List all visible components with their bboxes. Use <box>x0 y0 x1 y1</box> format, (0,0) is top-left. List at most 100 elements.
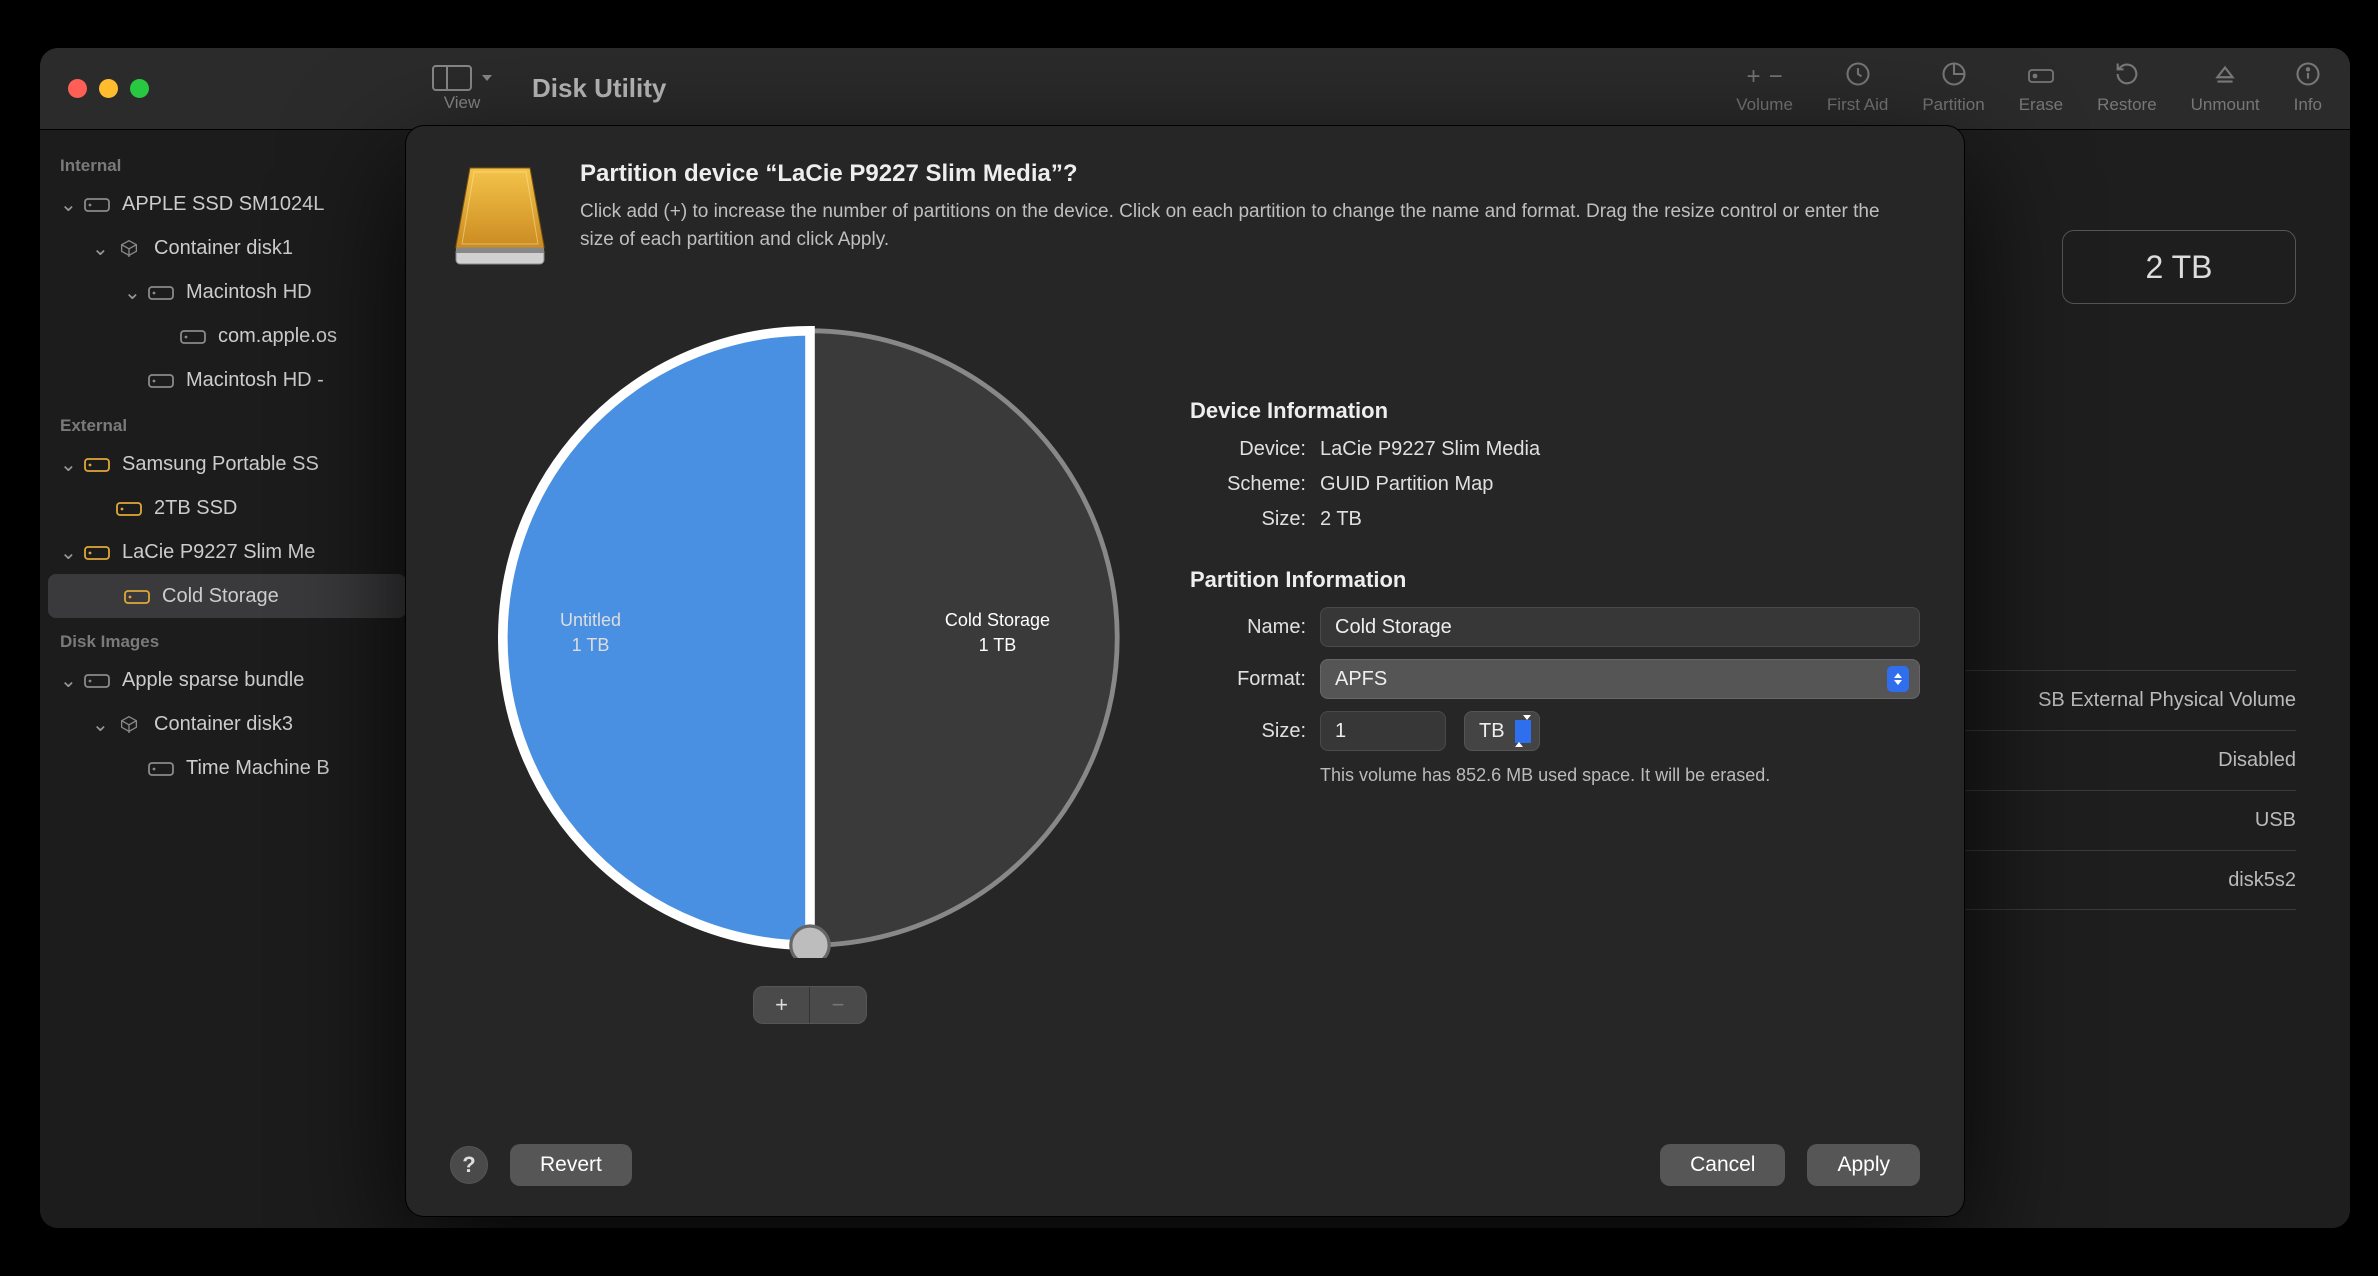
info-value: USB <box>2255 809 2296 832</box>
disk-icon <box>84 195 110 213</box>
unmount-button[interactable]: Unmount <box>2191 63 2260 115</box>
device-information-header: Device Information <box>1190 398 1920 424</box>
format-label: Format: <box>1190 668 1306 691</box>
sidebar-layout-icon <box>432 65 472 91</box>
sidebar-item-label: Cold Storage <box>162 585 279 608</box>
view-menu-button[interactable]: View <box>432 65 492 113</box>
close-window-button[interactable] <box>68 79 87 98</box>
sidebar-item-label: Container disk1 <box>154 237 293 260</box>
size-unit-select[interactable]: TB <box>1464 711 1540 751</box>
remove-partition-button[interactable]: − <box>810 987 866 1023</box>
sidebar-item-label: Macintosh HD - <box>186 369 324 392</box>
updown-arrows-icon <box>1887 666 1909 692</box>
info-icon <box>2294 60 2322 93</box>
info-button[interactable]: Info <box>2294 63 2322 115</box>
sidebar-item[interactable]: Time Machine B <box>40 746 414 790</box>
stethoscope-icon <box>1844 60 1872 93</box>
disk-icon <box>84 671 110 689</box>
sidebar-item-label: Time Machine B <box>186 757 330 780</box>
restore-button[interactable]: Restore <box>2097 63 2157 115</box>
sidebar-item[interactable]: ⌄ LaCie P9227 Slim Me <box>40 530 414 574</box>
chevron-down-icon: ⌄ <box>60 452 74 477</box>
sidebar-item[interactable]: ⌄Container disk1 <box>40 226 414 270</box>
sidebar-item[interactable]: 2TB SSD <box>40 486 414 530</box>
restore-icon <box>2113 60 2141 93</box>
titlebar: View Disk Utility + − Volume First Aid <box>40 48 2350 130</box>
add-remove-partition-controls: + − <box>753 986 867 1024</box>
sidebar-item-label: com.apple.os <box>218 325 337 348</box>
sidebar-section-header: Internal <box>40 142 414 182</box>
zoom-window-button[interactable] <box>130 79 149 98</box>
sidebar-item-label: Container disk3 <box>154 713 293 736</box>
sidebar-item[interactable]: ⌄ Macintosh HD <box>40 270 414 314</box>
volume-add-button[interactable]: + − Volume <box>1736 63 1793 115</box>
format-select[interactable]: APFS <box>1320 659 1920 699</box>
info-value: Disabled <box>2218 749 2296 772</box>
name-label: Name: <box>1190 616 1306 639</box>
minimize-window-button[interactable] <box>99 79 118 98</box>
plus-icon: + <box>1747 63 1761 91</box>
sidebar-item-label: Macintosh HD <box>186 281 312 304</box>
ext-icon <box>84 543 110 561</box>
scheme-label: Scheme: <box>1190 473 1306 496</box>
partition-name-input[interactable] <box>1320 607 1920 647</box>
pie-right-name: Cold Storage <box>945 608 1050 633</box>
sidebar-item-label: 2TB SSD <box>154 497 237 520</box>
sidebar-item[interactable]: ⌄APPLE SSD SM1024L <box>40 182 414 226</box>
partition-button[interactable]: Partition <box>1922 63 1984 115</box>
container-icon <box>116 715 142 733</box>
partition-dialog: Partition device “LaCie P9227 Slim Media… <box>406 126 1964 1216</box>
partition-pie-chart[interactable]: Untitled 1 TB Cold Storage 1 TB <box>490 318 1130 958</box>
chevron-down-icon <box>482 75 492 81</box>
revert-button[interactable]: Revert <box>510 1144 632 1186</box>
toolbar-info-label: Info <box>2294 95 2322 115</box>
first-aid-button[interactable]: First Aid <box>1827 63 1888 115</box>
device-size-value: 2 TB <box>1320 508 1362 531</box>
pie-icon <box>1940 60 1968 93</box>
toolbar-partition-label: Partition <box>1922 95 1984 115</box>
device-size-label: Size: <box>1190 508 1306 531</box>
minus-icon: − <box>1769 63 1783 91</box>
vol-icon <box>180 327 206 345</box>
device-value: LaCie P9227 Slim Media <box>1320 438 1540 461</box>
sidebar-item-label: LaCie P9227 Slim Me <box>122 541 315 564</box>
app-title: Disk Utility <box>532 73 666 104</box>
sidebar-item-label: Samsung Portable SS <box>122 453 319 476</box>
sidebar[interactable]: Internal⌄APPLE SSD SM1024L⌄Container dis… <box>40 130 414 1228</box>
sidebar-item[interactable]: ⌄Apple sparse bundle <box>40 658 414 702</box>
ext-icon <box>84 455 110 473</box>
sidebar-item[interactable]: ⌄ Container disk3 <box>40 702 414 746</box>
erase-warning-note: This volume has 852.6 MB used space. It … <box>1320 765 1920 786</box>
sidebar-item[interactable]: com.apple.os <box>40 314 414 358</box>
sidebar-item[interactable]: ⌄ Samsung Portable SS <box>40 442 414 486</box>
sidebar-item[interactable]: Cold Storage <box>48 574 406 618</box>
apply-button[interactable]: Apply <box>1807 1144 1920 1186</box>
cancel-button[interactable]: Cancel <box>1660 1144 1785 1186</box>
scheme-value: GUID Partition Map <box>1320 473 1493 496</box>
pie-left-name: Untitled <box>560 608 621 633</box>
toolbar-erase-label: Erase <box>2019 95 2063 115</box>
chevron-down-icon: ⌄ <box>60 540 74 565</box>
pie-slice-label-untitled: Untitled 1 TB <box>560 608 621 658</box>
chevron-down-icon: ⌄ <box>92 712 106 737</box>
chevron-down-icon: ⌄ <box>60 668 74 693</box>
toolbar-unmount-label: Unmount <box>2191 95 2260 115</box>
chevron-down-icon: ⌄ <box>124 280 138 305</box>
chevron-down-icon: ⌄ <box>60 192 74 217</box>
add-partition-button[interactable]: + <box>754 987 810 1023</box>
partition-size-input[interactable] <box>1320 711 1446 751</box>
partition-information-header: Partition Information <box>1190 567 1920 593</box>
capacity-pill: 2 TB <box>2062 230 2296 304</box>
toolbar-firstaid-label: First Aid <box>1827 95 1888 115</box>
help-button[interactable]: ? <box>450 1146 488 1184</box>
dialog-subtitle: Click add (+) to increase the number of … <box>580 198 1880 253</box>
vol-icon <box>148 759 174 777</box>
toolbar: View Disk Utility + − Volume First Aid <box>414 48 2350 129</box>
vol-icon <box>148 283 174 301</box>
view-label: View <box>444 93 481 113</box>
ext-icon <box>124 587 150 605</box>
sidebar-item[interactable]: Macintosh HD - <box>40 358 414 402</box>
dialog-title: Partition device “LaCie P9227 Slim Media… <box>580 160 1880 188</box>
erase-button[interactable]: Erase <box>2019 63 2063 115</box>
eject-icon <box>2212 61 2238 92</box>
